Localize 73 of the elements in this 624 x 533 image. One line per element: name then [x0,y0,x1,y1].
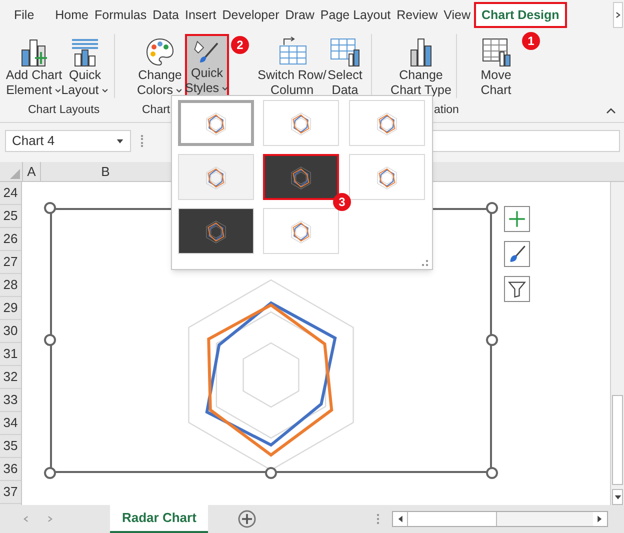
ribbon-button[interactable]: Change Colors [135,34,185,98]
resize-handle[interactable] [486,334,498,346]
add-element-button[interactable] [504,206,530,232]
row-header[interactable]: 30 [0,320,21,343]
vertical-dots-icon [377,514,380,524]
ribbon-button[interactable]: Move Chart [473,34,519,98]
collapse-ribbon-icon[interactable] [606,106,616,116]
row-header[interactable]: 35 [0,435,21,458]
step-number-badge: 2 [231,36,249,54]
brush-icon [508,245,526,263]
ribbon-tab[interactable]: Insert [182,2,220,28]
filter-icon [508,280,526,298]
ribbon-tab[interactable]: Home [52,2,92,28]
chevron-right-icon[interactable] [614,11,622,19]
caret-down-icon[interactable] [221,84,230,92]
resize-handle[interactable] [44,467,56,479]
resize-grip-icon[interactable] [422,260,428,266]
chart-style-thumbnail[interactable] [263,154,340,200]
scroll-left-icon[interactable] [396,515,404,523]
ribbon-tab[interactable]: Formulas [92,2,150,28]
ribbon-button[interactable]: Add Chart Element [6,34,62,98]
table-chart-icon [329,36,361,68]
ribbon-tab[interactable]: Data [150,2,182,28]
row-header[interactable]: 27 [0,251,21,274]
name-box[interactable]: Chart 4 [5,130,131,152]
group-label: Chart Layouts [28,103,100,118]
group-label: Chart [142,103,170,118]
resize-handle[interactable] [265,467,277,479]
dropdown-arrow-icon[interactable] [116,137,124,145]
ribbon-button[interactable]: Change Chart Type [392,34,450,98]
step-number-badge: 1 [522,32,540,50]
row-header[interactable]: 33 [0,389,21,412]
row-header[interactable]: 31 [0,343,21,366]
sheet-chart-icon [480,36,512,68]
resize-handle[interactable] [486,202,498,214]
scroll-down-icon[interactable] [614,493,622,501]
column-header[interactable]: A [22,162,40,181]
ribbon-tab[interactable]: Review [394,2,441,28]
row-header[interactable]: 37 [0,481,21,504]
ribbon-tab[interactable]: Draw [282,2,318,28]
row-header[interactable]: 28 [0,274,21,297]
resize-handle[interactable] [44,202,56,214]
plus-icon [508,210,526,228]
row-header[interactable]: 26 [0,228,21,251]
ribbon-button[interactable]: Quick Layout [62,34,108,98]
row-header[interactable]: 29 [0,297,21,320]
chart-styles-button[interactable] [504,241,530,267]
palette-icon [144,36,176,68]
caret-down-icon[interactable] [175,86,184,94]
ribbon-tab[interactable]: View [440,2,474,28]
row-header[interactable]: 34 [0,412,21,435]
bar-layout-icon [69,36,101,68]
chart-filters-button[interactable] [504,276,530,302]
caret-down-icon[interactable] [54,86,62,94]
ribbon-tab[interactable]: Chart Design [474,2,568,28]
ribbon-tab[interactable]: File [12,2,36,28]
resize-handle[interactable] [44,334,56,346]
group-label: ation [434,103,459,118]
horizontal-scrollbar-thumb[interactable] [407,512,497,526]
vertical-dots-icon [141,135,144,147]
caret-down-icon[interactable] [100,86,109,94]
row-header[interactable]: 24 [0,182,21,205]
row-header[interactable]: 25 [0,205,21,228]
row-header[interactable]: 36 [0,458,21,481]
ribbon-tab[interactable]: Page Layout [317,2,394,28]
scrollbar-thumb[interactable] [612,395,623,485]
scroll-right-icon[interactable] [596,515,604,523]
column-header[interactable]: B [40,162,170,181]
ribbon-tab[interactable]: Developer [219,2,282,28]
sheet-tab[interactable]: Radar Chart [110,505,208,533]
resize-handle[interactable] [486,467,498,479]
row-header[interactable]: 32 [0,366,21,389]
add-sheet-icon[interactable] [238,510,256,528]
